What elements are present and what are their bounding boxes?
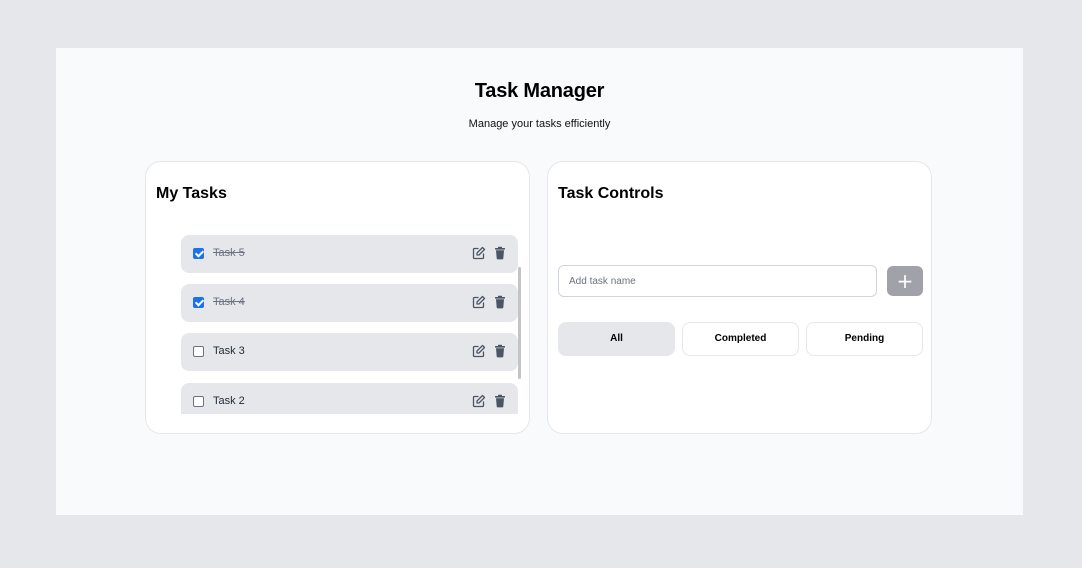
my-tasks-panel: My Tasks Task 5 Task 4 Task 3 Task 2 — [145, 161, 530, 434]
task-item: Task 3 — [181, 333, 518, 371]
task-controls-panel: Task Controls + All Completed Pending — [547, 161, 932, 434]
trash-icon[interactable] — [493, 295, 507, 309]
task-item: Task 5 — [181, 235, 518, 273]
page-title: Task Manager — [474, 80, 605, 102]
trash-icon[interactable] — [493, 394, 507, 408]
edit-icon[interactable] — [472, 295, 486, 309]
task-checkbox[interactable] — [193, 248, 204, 259]
task-controls-title: Task Controls — [558, 185, 664, 202]
task-label: Task 2 — [213, 395, 245, 407]
task-checkbox[interactable] — [193, 297, 204, 308]
task-checkbox[interactable] — [193, 346, 204, 357]
page-subtitle: Manage your tasks efficiently — [468, 118, 611, 130]
task-item: Task 2 — [181, 383, 518, 414]
task-label: Task 5 — [213, 247, 245, 259]
task-label: Task 3 — [213, 345, 245, 357]
add-task-button[interactable]: + — [887, 266, 923, 296]
task-item: Task 4 — [181, 284, 518, 322]
filter-all-button[interactable]: All — [558, 322, 675, 356]
filter-pending-button[interactable]: Pending — [806, 322, 923, 356]
task-list-scrollbar[interactable] — [518, 267, 521, 379]
task-label: Task 4 — [213, 296, 245, 308]
task-manager-app: Task Manager Manage your tasks efficient… — [56, 48, 1023, 515]
my-tasks-title: My Tasks — [156, 185, 227, 202]
edit-icon[interactable] — [472, 344, 486, 358]
trash-icon[interactable] — [493, 344, 507, 358]
add-task-input[interactable] — [558, 265, 877, 297]
task-checkbox[interactable] — [193, 396, 204, 407]
task-list[interactable]: Task 5 Task 4 Task 3 Task 2 — [181, 235, 519, 414]
filter-completed-button[interactable]: Completed — [682, 322, 799, 356]
trash-icon[interactable] — [493, 246, 507, 260]
edit-icon[interactable] — [472, 246, 486, 260]
edit-icon[interactable] — [472, 394, 486, 408]
